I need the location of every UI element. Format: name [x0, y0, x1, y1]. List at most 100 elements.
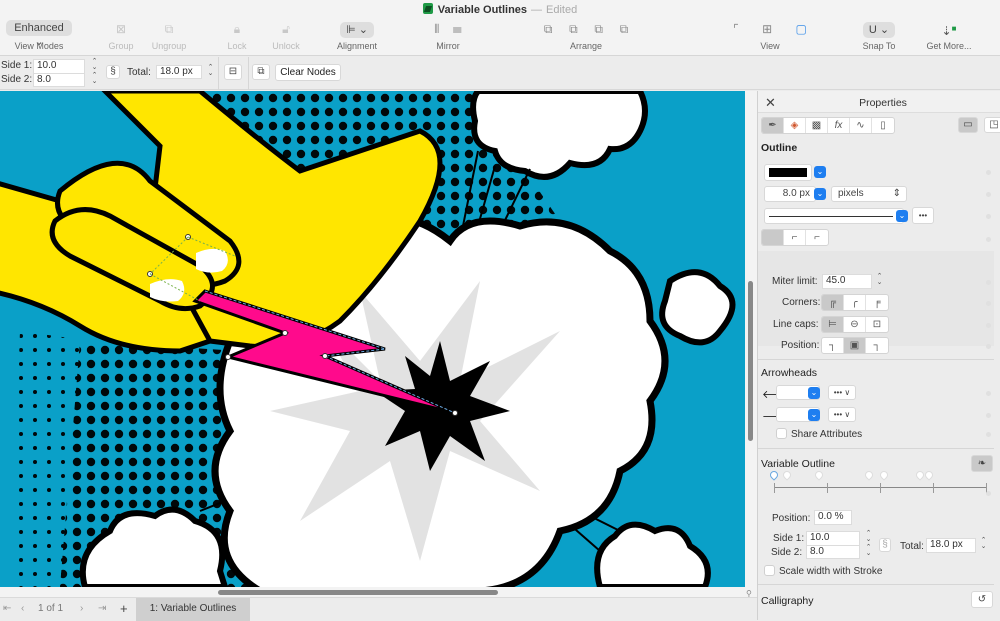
node-side1-stepper[interactable]: ⌃ ⌄ — [864, 530, 873, 543]
side1-input[interactable]: 10.0 — [33, 59, 85, 73]
miter-limit-input[interactable]: 45.0 — [822, 274, 872, 289]
cap-butt-icon[interactable]: ⊨ — [822, 317, 844, 332]
bring-forward-icon[interactable]: ⧉ — [569, 22, 578, 36]
ungroup-button[interactable]: ⧉ Ungroup — [148, 20, 190, 51]
mirror-button[interactable]: ⫴ ☰ Mirror — [416, 20, 480, 51]
calligraphy-reset-icon[interactable]: ↺ — [971, 591, 993, 608]
outline-unit-select[interactable]: pixels ⇕ — [831, 186, 907, 202]
group-button[interactable]: ⊠ Group — [104, 20, 138, 51]
position-inside-icon[interactable]: ┐ — [866, 338, 888, 353]
corner-round-icon[interactable]: ╭ — [844, 295, 866, 310]
start-arrowhead-dropdown[interactable]: ⌄ — [808, 387, 820, 399]
end-arrowhead-options[interactable]: ••• ∨ — [828, 407, 856, 422]
grid-icon[interactable]: ⊞ — [762, 22, 772, 36]
variable-outline-track[interactable] — [766, 469, 987, 501]
corner-bevel-icon[interactable]: ╒ — [866, 295, 888, 310]
view-button[interactable]: ⌜ ⊞ ▢ View — [718, 20, 822, 51]
unlock-button[interactable]: 🔓︎ Unlock — [268, 20, 304, 51]
tab-effects-icon[interactable]: fx — [828, 118, 850, 133]
line-style-more-button[interactable]: ••• — [912, 207, 934, 224]
next-page-icon[interactable]: › — [80, 603, 83, 614]
rulers-icon[interactable]: ⌜ — [733, 22, 739, 36]
outline-type-dashed[interactable]: ⌐ — [784, 230, 806, 245]
snap-to-button[interactable]: U ⌄ Snap To — [858, 20, 900, 51]
line-caps-toggle: ⊨ ⊖ ⊡ — [821, 316, 889, 333]
send-to-back-icon[interactable]: ⧉ — [620, 22, 629, 36]
mirror-horizontal-icon[interactable]: ⫴ — [434, 22, 439, 36]
page-tab[interactable]: 1: Variable Outlines — [136, 598, 250, 621]
horizontal-scroll-thumb[interactable] — [218, 590, 498, 595]
first-page-icon[interactable]: ⇤ — [3, 603, 11, 614]
preset-button[interactable]: ⊟ — [224, 64, 242, 80]
bring-to-front-icon[interactable]: ⧉ — [544, 22, 553, 36]
send-backward-icon[interactable]: ⧉ — [594, 22, 603, 36]
link-sides-button[interactable]: § — [106, 65, 120, 79]
outline-type-toggle: ⌐ ⌐ — [761, 229, 829, 246]
node-side1-input[interactable]: 10.0 — [806, 531, 860, 545]
outline-type-dotted[interactable]: ⌐ — [806, 230, 828, 245]
line-style-select[interactable] — [764, 208, 904, 224]
get-more-button[interactable]: ⇣■ Get More... — [922, 20, 976, 51]
cap-round-icon[interactable]: ⊖ — [844, 317, 866, 332]
view-modes-button[interactable]: Enhanced ⌄ View Modes — [6, 20, 72, 51]
artwork[interactable] — [0, 91, 745, 587]
cap-square-icon[interactable]: ⊡ — [866, 317, 888, 332]
tab-transparency-icon[interactable]: ▩ — [806, 118, 828, 133]
prev-page-icon[interactable]: ‹ — [21, 603, 24, 614]
add-page-button[interactable]: + — [120, 601, 128, 616]
outline-section-title: Outline — [761, 142, 798, 154]
node-side2-input[interactable]: 8.0 — [806, 545, 860, 559]
end-arrowhead-dropdown[interactable]: ⌄ — [808, 409, 820, 421]
position-center-icon[interactable]: ▣ — [844, 338, 866, 353]
guides-icon[interactable]: ▢ — [796, 22, 807, 36]
start-arrowhead-options[interactable]: ••• ∨ — [828, 385, 856, 400]
panel-detach-icon[interactable]: ◳ — [984, 117, 1000, 133]
copy-nodes-button[interactable]: ⧉ — [252, 64, 270, 80]
miter-limit-stepper[interactable]: ⌃ ⌄ — [875, 273, 884, 286]
clear-nodes-button[interactable]: Clear Nodes — [275, 64, 341, 81]
side2-stepper[interactable]: ⌃ ⌄ — [90, 72, 99, 85]
width-node-handle[interactable] — [923, 469, 935, 481]
vertical-scroll-thumb[interactable] — [748, 281, 753, 441]
document-icon — [422, 3, 433, 14]
horizontal-scrollbar[interactable] — [0, 587, 757, 597]
width-node-handle[interactable] — [812, 469, 825, 481]
width-node-handle[interactable] — [781, 469, 793, 481]
view-mode-select[interactable]: Enhanced ⌄ — [6, 20, 72, 48]
alignment-button[interactable]: ⊫ ⌄ Alignment — [334, 20, 380, 51]
side2-input[interactable]: 8.0 — [33, 73, 85, 87]
node-total-stepper[interactable]: ⌃ ⌄ — [979, 537, 988, 550]
outline-color-picker[interactable] — [764, 164, 812, 181]
canvas[interactable] — [0, 91, 745, 587]
width-node-handle[interactable] — [768, 469, 780, 481]
panel-mode-icon[interactable]: ▭ — [958, 117, 978, 133]
tab-info-icon[interactable]: ▯ — [872, 118, 894, 133]
node-position-input[interactable]: 0.0 % — [814, 510, 852, 525]
side1-stepper[interactable]: ⌃ ⌄ — [90, 58, 99, 71]
vertical-scrollbar[interactable] — [745, 91, 757, 587]
share-attributes-checkbox[interactable] — [776, 428, 787, 439]
lock-button[interactable]: 🔒︎ Lock — [222, 20, 252, 51]
scale-width-checkbox[interactable] — [764, 565, 775, 576]
outline-type-solid[interactable] — [762, 230, 784, 245]
mirror-vertical-icon[interactable]: ☰ — [453, 22, 462, 36]
position-outside-icon[interactable]: ┐ — [822, 338, 844, 353]
arrange-button[interactable]: ⧉ ⧉ ⧉ ⧉ Arrange — [526, 20, 646, 51]
node-total-input[interactable]: 18.0 px — [926, 538, 976, 553]
node-side2-stepper[interactable]: ⌃ ⌄ — [864, 544, 873, 557]
outline-color-dropdown[interactable]: ⌄ — [814, 166, 826, 178]
outline-width-input[interactable]: 8.0 px — [764, 186, 816, 202]
total-width-input[interactable]: 18.0 px — [156, 65, 202, 79]
outline-width-dropdown[interactable]: ⌄ — [814, 188, 826, 200]
tab-curve-icon[interactable]: ∿ — [850, 118, 872, 133]
tab-outline-pen-icon[interactable]: ✒ — [762, 118, 784, 133]
last-page-icon[interactable]: ⇥ — [98, 603, 106, 614]
line-style-dropdown[interactable]: ⌄ — [896, 210, 908, 222]
link-node-sides-button[interactable]: § — [879, 538, 891, 552]
width-node-handle[interactable] — [878, 469, 890, 481]
total-stepper[interactable]: ⌃ ⌄ — [206, 64, 215, 77]
variable-outline-tool-icon[interactable]: ❧ — [971, 455, 993, 472]
width-node-handle[interactable] — [863, 469, 876, 481]
tab-fill-icon[interactable]: ◈ — [784, 118, 806, 133]
corner-miter-icon[interactable]: ╔ — [822, 295, 844, 310]
